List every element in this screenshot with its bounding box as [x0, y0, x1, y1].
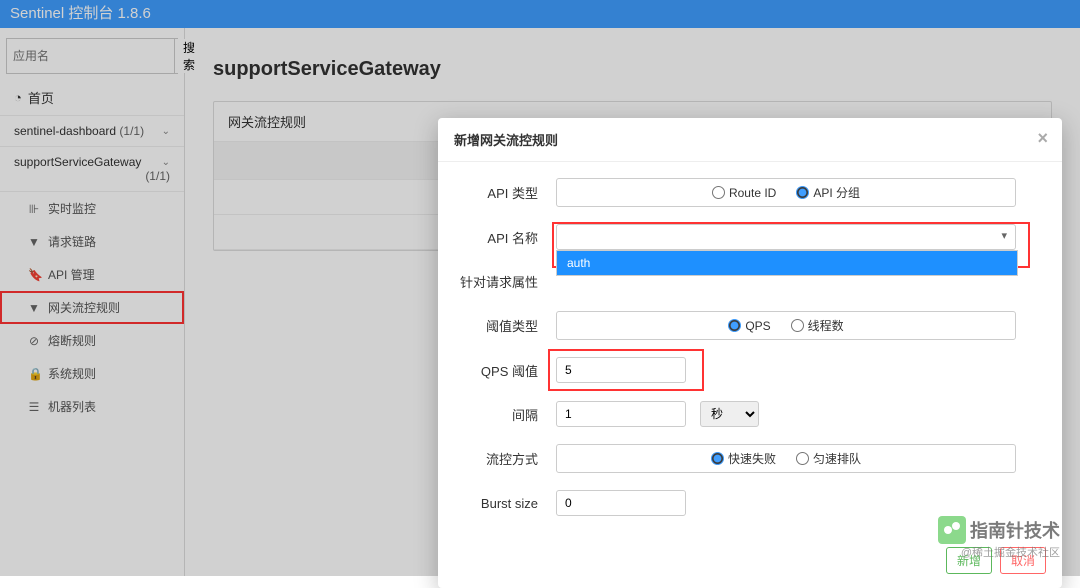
label-req-attr: 针对请求属性 [456, 272, 556, 291]
label-api-name: API 名称 [456, 228, 556, 247]
radio-route-id[interactable]: Route ID [712, 184, 776, 201]
radio-threads[interactable]: 线程数 [791, 317, 844, 334]
label-qps-threshold: QPS 阈值 [456, 361, 556, 380]
label-interval: 间隔 [456, 405, 556, 424]
flow-mode-radio-group: 快速失败 匀速排队 [556, 444, 1016, 473]
interval-input[interactable] [556, 401, 686, 427]
interval-unit-select[interactable]: 秒 [700, 401, 759, 427]
watermark: 指南针技术 @稀土掘金技术社区 [938, 516, 1060, 560]
label-api-type: API 类型 [456, 183, 556, 202]
radio-queue[interactable]: 匀速排队 [796, 450, 861, 467]
wechat-icon [938, 516, 966, 544]
label-threshold-type: 阈值类型 [456, 316, 556, 335]
threshold-type-radio-group: QPS 线程数 [556, 311, 1016, 340]
api-name-dropdown: auth [556, 250, 1018, 276]
radio-qps[interactable]: QPS [728, 317, 770, 334]
api-type-radio-group: Route ID API 分组 [556, 178, 1016, 207]
burst-input[interactable] [556, 490, 686, 516]
api-name-select[interactable] [556, 224, 1016, 250]
dropdown-option-auth[interactable]: auth [557, 251, 1017, 275]
radio-fast-fail[interactable]: 快速失败 [711, 450, 776, 467]
radio-api-group[interactable]: API 分组 [796, 184, 860, 201]
label-burst: Burst size [456, 496, 556, 511]
qps-threshold-input[interactable] [556, 357, 686, 383]
modal-title: 新增网关流控规则 × [438, 118, 1062, 162]
close-icon[interactable]: × [1037, 128, 1048, 149]
label-flow-mode: 流控方式 [456, 449, 556, 468]
